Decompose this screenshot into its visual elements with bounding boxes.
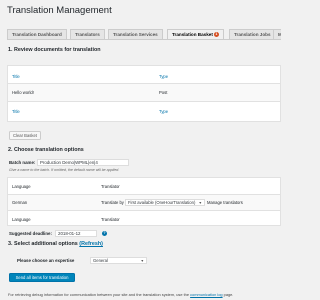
translator-select[interactable]: First available (OneHourTranslation) ▼ [125,199,205,206]
sort-title-link-footer[interactable]: Title [12,109,20,114]
translator-select-value: First available (OneHourTranslation) [128,200,196,205]
page-title: Translation Management [7,5,112,16]
section3-heading: 3. Select additional options (Refresh) [8,241,103,247]
deadline-input[interactable]: 2018-01-12 [55,230,97,237]
chevron-down-icon: ▼ [140,259,144,263]
tab-translation-dashboard[interactable]: Translation Dashboard [7,29,67,39]
batch-name-label: Batch name: [9,160,36,165]
tab-label: Translation Jobs [234,32,271,37]
tab-label: M [278,32,281,37]
tab-label: Translation Services [113,32,158,37]
tab-translators[interactable]: Translators [70,29,105,39]
languages-table: Language Translator German Translate by … [7,177,281,226]
clear-basket-button[interactable]: Clear Basket [9,131,41,140]
sort-title-link[interactable]: Title [12,74,20,79]
batch-name-hint: Give a name to the batch. If omitted, th… [9,168,120,172]
section1-heading: 1. Review documents for translation [8,47,101,53]
basket-count-badge: 1 [213,32,219,37]
send-for-translation-button[interactable]: Send all items for translation [9,273,75,282]
documents-table: Title Type Hello world! Post Title Type [7,65,281,122]
expertise-label: Please choose an expertise [17,258,75,263]
footer-text: For retrieving debug information for com… [8,292,190,297]
language-column-footer: Language [12,217,31,222]
deadline-label: Suggested deadline: [9,231,52,236]
expertise-select[interactable]: General ▼ [90,257,147,264]
sort-type-link-footer[interactable]: Type [159,109,168,114]
tab-translation-services[interactable]: Translation Services [108,29,163,39]
tab-bar: Translation Dashboard Translators Transl… [7,28,281,40]
tab-label: Translators [75,32,100,37]
manage-translators-link[interactable]: Manage translators [207,200,243,205]
translator-column-footer: Translator [101,217,120,222]
tab-translation-jobs[interactable]: Translation Jobs [229,29,276,39]
section3-heading-text: 3. Select additional options [8,241,78,247]
refresh-link[interactable]: (Refresh) [79,241,103,247]
section2-heading: 2. Choose translation options [8,147,84,153]
table-row: Hello world! Post [8,83,280,102]
footer-suffix: page. [223,292,234,297]
document-type: Post [159,90,168,95]
tab-label: Translation Basket [172,32,213,37]
document-title: Hello world! [12,90,34,95]
communication-log-link[interactable]: communication log [190,292,222,297]
footer-note: For retrieving debug information for com… [8,292,233,297]
language-column-header: Language [12,184,31,189]
expertise-select-value: General [93,258,108,263]
tab-label: Translation Dashboard [12,32,62,37]
tab-translation-basket[interactable]: Translation Basket 1 [167,29,224,39]
translator-column-header: Translator [101,184,120,189]
tab-more[interactable]: M [273,29,281,39]
language-name: German [12,200,28,205]
language-row: German Translate by First available (One… [8,194,280,211]
chevron-down-icon: ▼ [198,201,202,205]
batch-name-input[interactable]: Production Demo|WPML|en|4 [37,159,129,166]
sort-type-link[interactable]: Type [159,74,168,79]
help-icon[interactable]: ? [102,231,107,236]
translate-by-label: Translate by [101,200,124,205]
